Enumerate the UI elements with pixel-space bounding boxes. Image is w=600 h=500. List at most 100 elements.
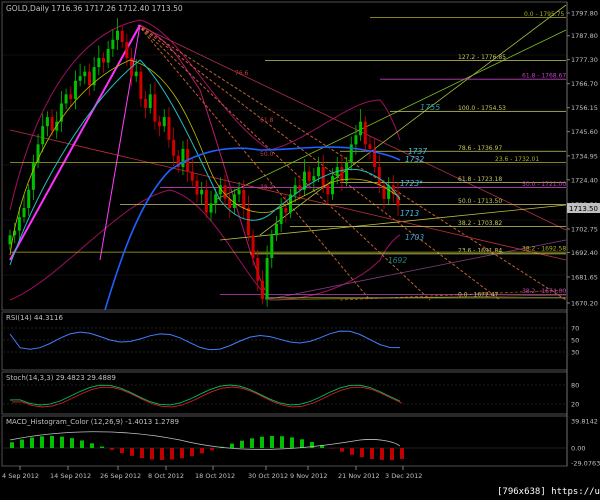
candle-body [172,139,176,156]
candle-body [246,208,250,236]
candle-body [17,217,21,231]
candle-body [167,117,171,140]
price-axis-label: 1756.15 [571,104,598,112]
candle-body [354,135,358,145]
price-axis-label: 1681.65 [571,273,598,281]
candle-body [363,121,367,145]
macd-bar [240,440,244,448]
fib-level-label: 23.6 - 1691.84 [458,247,502,254]
candle-body [359,121,363,136]
macd-bar [400,448,404,459]
stoch-label: Stoch(14,3,3) 29.4823 29.4889 [6,374,116,382]
candle-body [45,117,49,127]
macd-bar [370,448,374,459]
candle-body [274,223,278,236]
macd-bar [340,448,344,452]
bollinger-upper [9,19,401,211]
candle-body [162,117,166,127]
macd-bar [10,442,14,448]
candle-body [144,98,148,108]
chart-window[interactable]: 76.661.850.038.2 0.0 - 1795.75127.2 - 17… [0,0,600,500]
trend-line [264,239,567,301]
candle-body [223,185,227,199]
fibonacci-levels: 0.0 - 1795.75 127.2 - 1776.85 61.8 - 1768.… [10,11,566,298]
candle-body [256,258,260,281]
watermark: [796x638] https://upic.me/ [497,487,600,497]
candle-body [87,71,91,86]
fib-level-label: 38.2 - 1703.82 [458,220,502,227]
macd-bar [130,448,134,456]
candle-body [120,30,124,43]
candle-body [214,194,218,204]
candle-body [106,48,110,63]
fib-level-label: 100.0 - 1754.53 [458,105,506,112]
candle-body [209,203,213,213]
candle-body [153,94,157,122]
candle-body [97,58,101,68]
time-axis-label: 4 Sep 2012 [2,472,39,480]
macd-label: MACD_Histogram_Color (12,26,9) -1.4013 1… [6,418,179,426]
candle-body [190,171,194,181]
macd-bar [230,443,234,448]
macd-bar [30,437,34,448]
candle-body [265,258,269,299]
candle-body [340,167,344,181]
target-labels: 1755173717321723*171317031692 [388,103,440,265]
candle-body [312,176,316,181]
candle-body [284,208,288,213]
candle-body [368,144,372,149]
fib-level-label: 61.8 - 1723.18 [458,176,502,183]
fan-label: 76.6 [235,70,249,77]
macd-bar [100,446,104,448]
macd-level-label: -29.0763 [571,460,600,468]
target-label: 1732 [405,155,424,164]
macd-bar [290,437,294,448]
fib-level-label: 78.6 - 1736.97 [458,145,502,152]
candle-body [349,144,353,163]
fibonacci-fan-lines: 76.661.850.038.2 [9,4,567,301]
fan-label: 61.8 [260,117,274,124]
price-axis-labels: 1797.80 1787.80 1777.30 1766.70 1756.15 1745.… [567,10,598,308]
fib-level-label: 23.6 - 1732.01 [495,156,539,163]
fib-level-label: 38.2 - 1674.00 [522,288,566,295]
time-axis-label: 3 Dec 2012 [385,472,422,480]
candle-body [377,167,381,186]
macd-bar [50,436,54,448]
trend-line [259,4,567,236]
macd-bar [260,436,264,448]
macd-bar [80,440,84,448]
price-axis-label: 1702.75 [571,226,598,234]
time-axis-label: 8 Oct 2012 [148,472,184,480]
macd-signal-line [9,431,401,450]
macd-bar [190,448,194,457]
candle-body [125,42,129,58]
macd-bar [380,448,384,460]
target-label: 1713 [400,209,419,218]
candle-body [111,39,115,49]
macd-bar [60,436,64,448]
macd-bar [20,439,24,448]
macd-bar [140,448,144,459]
fib-level-label: 50.0 - 1713.50 [458,198,502,205]
macd-bar [350,448,354,455]
time-axis-label: 30 Oct 2012 [248,472,288,480]
target-label: 1703 [405,233,424,242]
macd-bar [250,438,254,448]
candle-body [139,71,143,99]
time-axis-label: 21 Nov 2012 [338,472,380,480]
candle-body [69,94,73,99]
candle-body [326,185,330,195]
candle-body [345,162,349,181]
candle-body [204,189,208,213]
stochastic-lines: 80 20 [3,382,579,409]
rsi-line: 70 50 30 [3,325,579,357]
candle-body [181,148,185,168]
fib-level-label: 61.8 - 1768.67 [522,73,566,80]
macd-bar [40,436,44,448]
macd-level-label: 0.00 [571,445,585,453]
bollinger-inner [139,24,266,291]
macd-level-label: 39.8142 [571,418,598,426]
chart-title: GOLD,Daily 1716.36 1717.26 1712.40 1713.… [6,4,183,13]
moving-averages [9,59,401,311]
macd-bar [160,448,164,460]
